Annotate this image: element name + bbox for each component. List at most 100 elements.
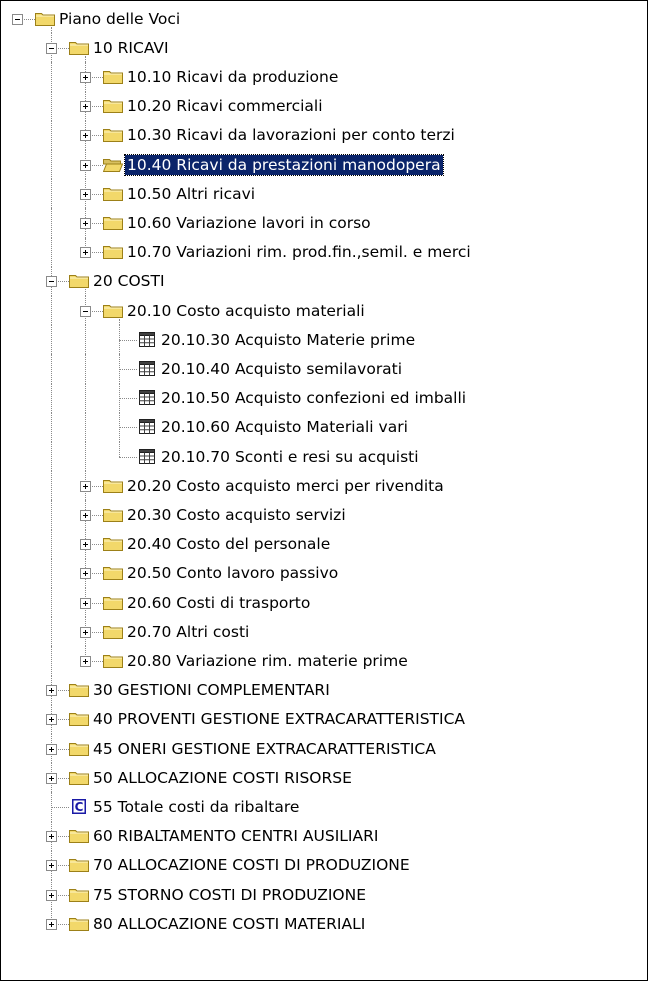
expand-toggle-plus-icon[interactable] [46,714,57,726]
expand-toggle-plus-icon[interactable] [46,918,57,930]
expand-toggle-plus-icon[interactable] [80,101,91,113]
tree-node-row[interactable]: 20.80 Variazione rim. materie prime [1,646,641,676]
expand-toggle-plus-icon[interactable] [80,568,91,580]
tree-node-label[interactable]: 60 RIBALTAMENTO CENTRI AUSILIARI [91,826,380,846]
tree-node-label[interactable]: 20.10.40 Acquisto semilavorati [159,359,404,379]
tree-node-label[interactable]: 10.10 Ricavi da produzione [125,67,340,87]
tree-node-label[interactable]: 50 ALLOCAZIONE COSTI RISORSE [91,768,354,788]
tree-node-label[interactable]: 20.10.30 Acquisto Materie prime [159,330,417,350]
tree-node-label[interactable]: 20.50 Conto lavoro passivo [125,563,340,583]
expand-toggle-plus-icon[interactable] [80,247,91,259]
tree-node-row[interactable]: 20.20 Costo acquisto merci per rivendita [1,471,641,501]
tree-connector-line [51,646,52,676]
expand-toggle-plus-icon[interactable] [46,831,57,843]
collapse-toggle-minus-icon[interactable] [80,305,91,317]
tree-node-row[interactable]: 20.50 Conto lavoro passivo [1,558,641,588]
expand-toggle-plus-icon[interactable] [46,860,57,872]
tree-node-row[interactable]: 10.60 Variazione lavori in corso [1,208,641,238]
tree-connector-line [51,62,52,92]
tree-node-label[interactable]: 30 GESTIONI COMPLEMENTARI [91,680,332,700]
tree-node-label[interactable]: 20.10.70 Sconti e resi su acquisti [159,447,421,467]
folder-icon [103,652,123,672]
tree-node-row[interactable]: 10.10 Ricavi da produzione [1,62,641,92]
collapse-toggle-minus-icon[interactable] [46,276,57,288]
tree-node-label[interactable]: 20.30 Costo acquisto servizi [125,505,348,525]
tree-node-row[interactable]: 10.50 Altri ricavi [1,179,641,209]
tree-node-row[interactable]: 20.10.50 Acquisto confezioni ed imballi [1,383,641,413]
tree-node-row[interactable]: 60 RIBALTAMENTO CENTRI AUSILIARI [1,821,641,851]
tree-node-row[interactable]: 30 GESTIONI COMPLEMENTARI [1,675,641,705]
tree-node-row[interactable]: 20.10.30 Acquisto Materie prime [1,325,641,355]
tree-node-label[interactable]: 20.60 Costi di trasporto [125,593,312,613]
tree-node-row[interactable]: 20 COSTI [1,266,641,296]
tree-node-label[interactable]: 40 PROVENTI GESTIONE EXTRACARATTERISTICA [91,709,467,729]
tree-connector-line [51,617,52,647]
expand-toggle-plus-icon[interactable] [46,685,57,697]
tree-node-label[interactable]: 20.10 Costo acquisto materiali [125,301,367,321]
expand-toggle-plus-icon[interactable] [80,509,91,521]
tree-node-row[interactable]: 45 ONERI GESTIONE EXTRACARATTERISTICA [1,734,641,764]
tree-node-label[interactable]: 10.70 Variazioni rim. prod.fin.,semil. e… [125,242,473,262]
tree-node-row[interactable]: 20.30 Costo acquisto servizi [1,500,641,530]
expand-toggle-plus-icon[interactable] [80,159,91,171]
tree-node-row[interactable]: 20.40 Costo del personale [1,529,641,559]
expand-toggle-plus-icon[interactable] [46,772,57,784]
tree-node-label[interactable]: 45 ONERI GESTIONE EXTRACARATTERISTICA [91,739,438,759]
tree-node-label[interactable]: 70 ALLOCAZIONE COSTI DI PRODUZIONE [91,855,412,875]
tree-node-row[interactable]: 20.70 Altri costi [1,617,641,647]
tree-node-row[interactable]: 20.10.40 Acquisto semilavorati [1,354,641,384]
tree-node-row[interactable]: 70 ALLOCAZIONE COSTI DI PRODUZIONE [1,850,641,880]
tree-node-label[interactable]: 10 RICAVI [91,38,171,58]
tree-node-row[interactable]: 10.70 Variazioni rim. prod.fin.,semil. e… [1,237,641,267]
tree-node-label[interactable]: 20.40 Costo del personale [125,534,332,554]
expand-toggle-plus-icon[interactable] [80,130,91,142]
expand-toggle-plus-icon[interactable] [80,597,91,609]
tree-node-row[interactable]: 75 STORNO COSTI DI PRODUZIONE [1,880,641,910]
tree-node-label[interactable]: 10.30 Ricavi da lavorazioni per conto te… [125,125,457,145]
tree-node-row[interactable]: 20.10.60 Acquisto Materiali vari [1,412,641,442]
tree-node-label[interactable]: 10.60 Variazione lavori in corso [125,213,373,233]
expand-toggle-plus-icon[interactable] [80,539,91,551]
collapse-toggle-minus-icon[interactable] [46,42,57,54]
folder-icon [103,243,123,263]
tree-node-label[interactable]: 20.10.50 Acquisto confezioni ed imballi [159,388,468,408]
tree-node-row[interactable]: 50 ALLOCAZIONE COSTI RISORSE [1,763,641,793]
expand-toggle-plus-icon[interactable] [46,889,57,901]
tree-node-label[interactable]: 20.70 Altri costi [125,622,251,642]
tree-node-row[interactable]: 20.10.70 Sconti e resi su acquisti [1,442,641,472]
tree-node-label[interactable]: 10.50 Altri ricavi [125,184,257,204]
tree-node-label[interactable]: 75 STORNO COSTI DI PRODUZIONE [91,885,368,905]
tree-node-row[interactable]: 80 ALLOCAZIONE COSTI MATERIALI [1,909,641,938]
tree-node-row[interactable]: 10 RICAVI [1,33,641,63]
tree-connector-line [51,354,52,384]
tree-node-row[interactable]: 20.60 Costi di trasporto [1,588,641,618]
expand-toggle-plus-icon[interactable] [46,743,57,755]
tree-node-row[interactable]: Piano delle Voci [1,4,641,34]
tree-node-label[interactable]: 20.10.60 Acquisto Materiali vari [159,417,410,437]
collapse-toggle-minus-icon[interactable] [12,13,23,25]
tree-node-label[interactable]: 55 Totale costi da ribaltare [91,797,301,817]
tree-connector-line [51,500,52,530]
tree-node-row[interactable]: 10.20 Ricavi commerciali [1,91,641,121]
account-tree-view[interactable]: Piano delle Voci 10 RICAVI 10.10 Ricavi da… [0,0,648,981]
tree-node-label[interactable]: 10.20 Ricavi commerciali [125,96,325,116]
expand-toggle-plus-icon[interactable] [80,188,91,200]
expand-toggle-plus-icon[interactable] [80,626,91,638]
tree-node-label[interactable]: 20.80 Variazione rim. materie prime [125,651,410,671]
tree-node-label[interactable]: 20.20 Costo acquisto merci per rivendita [125,476,446,496]
expand-toggle-plus-icon[interactable] [80,71,91,83]
tree-node-label[interactable]: 20 COSTI [91,271,167,291]
tree-node-row[interactable]: 10.40 Ricavi da prestazioni manodopera [1,150,641,180]
expand-toggle-plus-icon[interactable] [80,480,91,492]
tree-node-row[interactable]: C 55 Totale costi da ribaltare [1,792,641,822]
tree-node-label-selected[interactable]: 10.40 Ricavi da prestazioni manodopera [124,153,444,176]
tree-node-label[interactable]: 80 ALLOCAZIONE COSTI MATERIALI [91,914,367,934]
expand-toggle-plus-icon[interactable] [80,217,91,229]
expand-toggle-plus-icon[interactable] [80,655,91,667]
tree-node-row[interactable]: 20.10 Costo acquisto materiali [1,296,641,326]
tree-node-label[interactable]: Piano delle Voci [57,9,182,29]
tree-connector-line [51,120,52,150]
tree-node-row[interactable]: 10.30 Ricavi da lavorazioni per conto te… [1,120,641,150]
folder-open-icon [102,156,124,176]
tree-node-row[interactable]: 40 PROVENTI GESTIONE EXTRACARATTERISTICA [1,704,641,734]
